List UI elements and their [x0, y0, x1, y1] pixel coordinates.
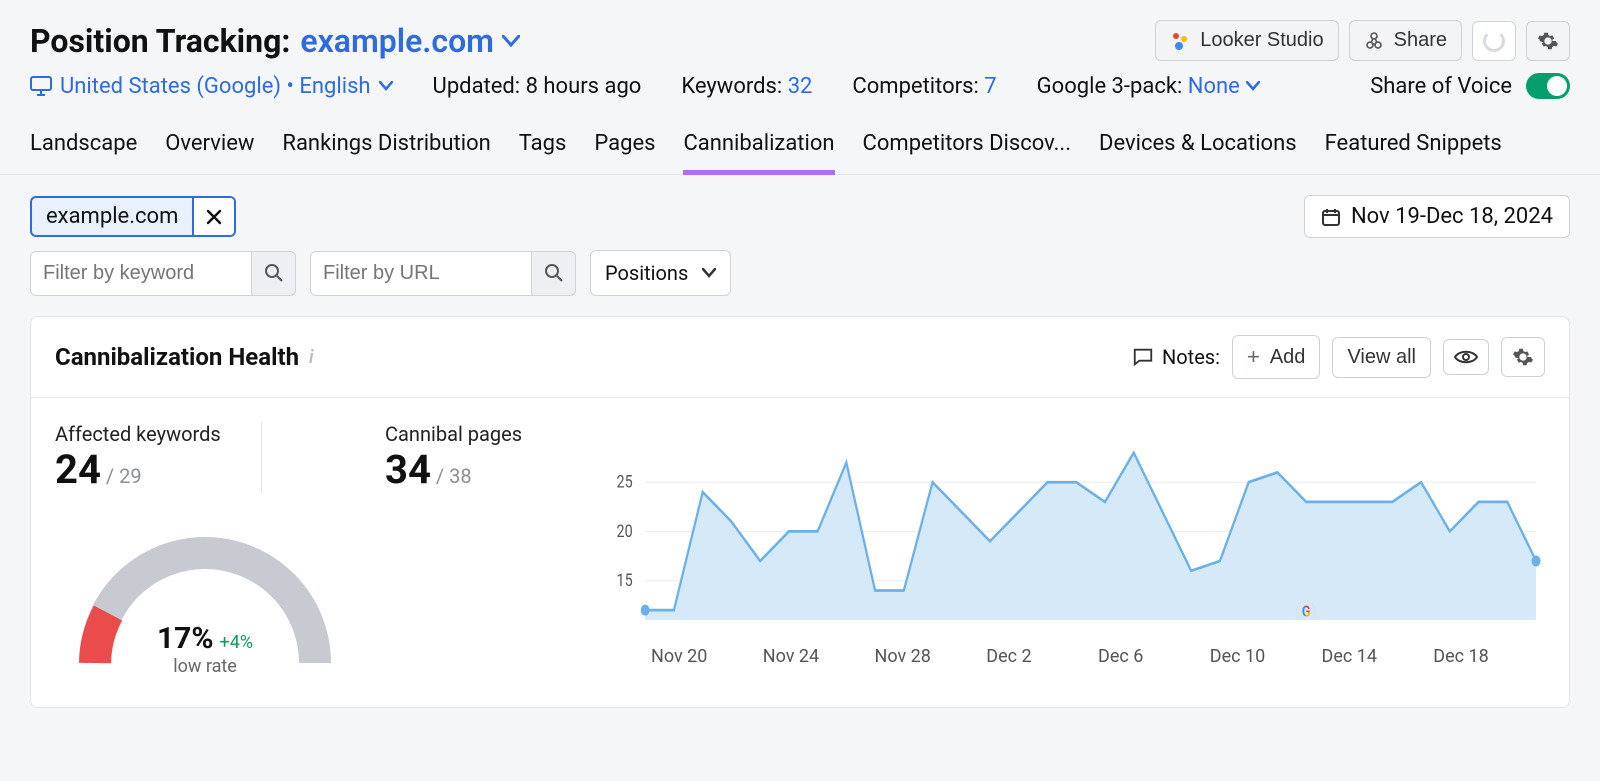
updated-label: Updated: 8 hours ago: [433, 74, 642, 99]
tab-featured-snippets[interactable]: Featured Snippets: [1325, 117, 1502, 174]
gear-icon: [1512, 346, 1534, 368]
loading-icon: [1483, 30, 1505, 52]
cannibalization-panel: Cannibalization Health i Notes: + Add Vi…: [30, 316, 1570, 708]
search-icon: [544, 263, 564, 283]
cannibal-pages-stat: Cannibal pages 34 / 38: [385, 422, 565, 683]
x-tick: Dec 14: [1322, 646, 1434, 667]
filter-keyword-input[interactable]: [31, 252, 251, 295]
x-tick: Dec 2: [986, 646, 1098, 667]
gpack-select[interactable]: Google 3-pack: None: [1037, 74, 1260, 99]
share-button[interactable]: Share: [1349, 20, 1462, 61]
date-range-label: Nov 19-Dec 18, 2024: [1351, 204, 1553, 229]
competitors-stat: Competitors: 7: [852, 74, 996, 99]
desktop-icon: [30, 76, 52, 96]
notes-add-button[interactable]: + Add: [1232, 335, 1320, 379]
locale-select[interactable]: United States (Google) • English: [30, 74, 393, 99]
search-icon: [264, 263, 284, 283]
close-icon: [206, 209, 222, 225]
tab-pages[interactable]: Pages: [594, 117, 655, 174]
date-range-button[interactable]: Nov 19-Dec 18, 2024: [1304, 195, 1570, 238]
visibility-button[interactable]: [1443, 339, 1489, 375]
share-label: Share: [1394, 29, 1447, 52]
filter-keyword-search-button[interactable]: [251, 252, 295, 295]
domain-select[interactable]: example.com: [300, 22, 520, 60]
x-tick: Nov 20: [651, 646, 763, 667]
note-icon: [1132, 346, 1154, 368]
sov-toggle[interactable]: [1526, 73, 1570, 99]
domain-label: example.com: [300, 22, 494, 60]
filter-url-field: [310, 251, 576, 296]
tab-devices-locations[interactable]: Devices & Locations: [1099, 117, 1297, 174]
gear-icon: [1537, 30, 1559, 52]
svg-text:20: 20: [617, 520, 633, 541]
positions-select[interactable]: Positions: [590, 250, 731, 296]
filter-url-input[interactable]: [311, 252, 531, 295]
panel-settings-button[interactable]: [1501, 337, 1545, 377]
chevron-down-icon: [502, 35, 520, 47]
looker-label: Looker Studio: [1200, 29, 1323, 52]
positions-label: Positions: [605, 261, 688, 285]
locale-label: United States (Google) • English: [60, 74, 371, 99]
plus-icon: +: [1247, 344, 1260, 370]
page-title: Position Tracking:: [30, 22, 290, 60]
panel-title: Cannibalization Health: [55, 343, 299, 371]
tabs: Landscape Overview Rankings Distribution Ta…: [0, 117, 1600, 175]
tab-rankings-distribution[interactable]: Rankings Distribution: [282, 117, 490, 174]
loading-button[interactable]: [1472, 21, 1516, 61]
tab-tags[interactable]: Tags: [519, 117, 567, 174]
domain-tag-label: example.com: [32, 198, 192, 235]
x-tick: Nov 28: [875, 646, 987, 667]
health-chart: 152025G Nov 20Nov 24Nov 28Dec 2Dec 6Dec …: [595, 422, 1545, 683]
keywords-stat: Keywords: 32: [681, 74, 812, 99]
x-tick: Nov 24: [763, 646, 875, 667]
svg-text:25: 25: [617, 471, 633, 492]
svg-text:15: 15: [617, 570, 633, 591]
tab-competitors-discov-[interactable]: Competitors Discov...: [863, 117, 1071, 174]
divider: [261, 422, 262, 493]
x-tick: Dec 10: [1210, 646, 1322, 667]
settings-button[interactable]: [1526, 21, 1570, 61]
share-icon: [1364, 31, 1384, 51]
notes-label: Notes:: [1132, 345, 1220, 369]
health-gauge: 17%+4% low rate: [75, 533, 335, 683]
domain-tag-close[interactable]: [192, 198, 234, 235]
tab-cannibalization[interactable]: Cannibalization: [683, 117, 834, 174]
chevron-down-icon: [379, 81, 393, 91]
info-icon[interactable]: i: [309, 347, 314, 368]
tab-landscape[interactable]: Landscape: [30, 117, 137, 174]
sov-label: Share of Voice: [1370, 74, 1512, 99]
domain-tag-chip: example.com: [30, 196, 236, 237]
notes-viewall-button[interactable]: View all: [1332, 337, 1431, 378]
chevron-down-icon: [702, 268, 716, 278]
affected-keywords-stat: Affected keywords 24 / 29: [55, 422, 221, 493]
filter-keyword-field: [30, 251, 296, 296]
filter-url-search-button[interactable]: [531, 252, 575, 295]
eye-icon: [1454, 348, 1478, 366]
calendar-icon: [1321, 207, 1341, 227]
x-tick: Dec 18: [1433, 646, 1545, 667]
chevron-down-icon: [1246, 81, 1260, 91]
looker-icon: [1170, 31, 1190, 51]
looker-studio-button[interactable]: Looker Studio: [1155, 20, 1338, 61]
tab-overview[interactable]: Overview: [165, 117, 254, 174]
x-tick: Dec 6: [1098, 646, 1210, 667]
